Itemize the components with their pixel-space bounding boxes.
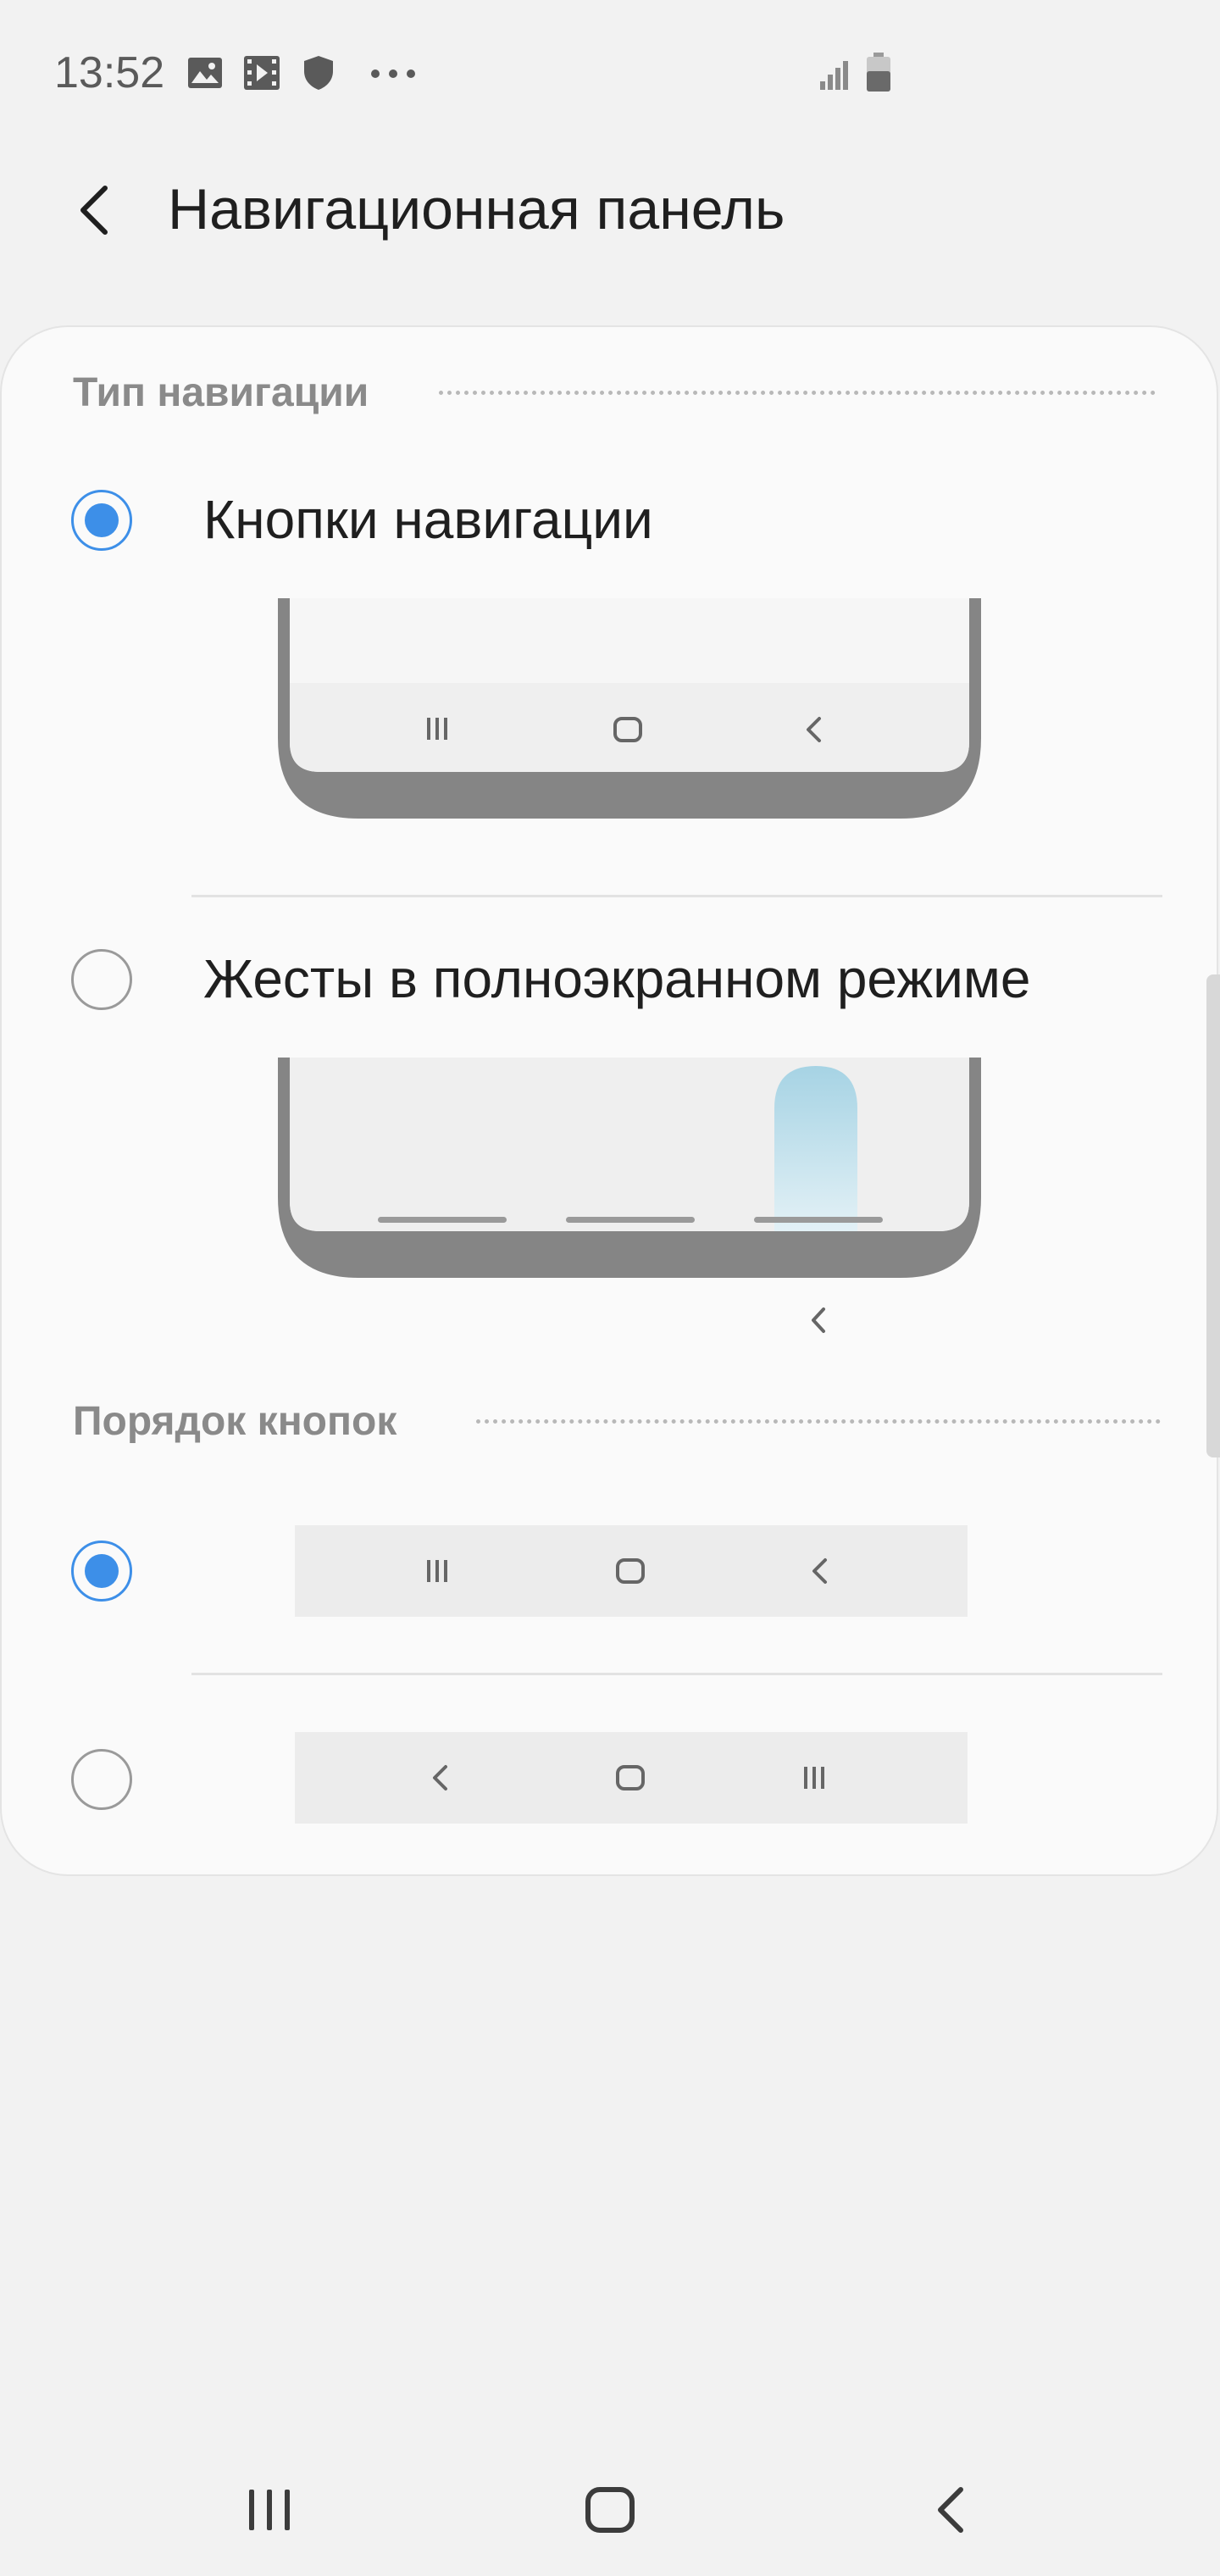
signal-icon (820, 61, 848, 90)
section-header-navigation-type: Тип навигации (73, 370, 369, 415)
status-bar: 13:52 (0, 0, 1220, 144)
gallery-icon (188, 58, 222, 88)
option-divider (191, 1673, 1162, 1675)
home-button[interactable] (580, 2484, 640, 2535)
radio-order-back-home-recents[interactable] (71, 1749, 132, 1810)
section-divider (476, 1419, 1161, 1424)
radio-order-recents-home-back[interactable] (71, 1541, 132, 1602)
page-title: Навигационная панель (168, 177, 785, 242)
back-button-system[interactable] (920, 2484, 981, 2535)
recents-icon (249, 2490, 290, 2530)
gesture-hint-bar (566, 1217, 695, 1223)
home-icon (616, 1765, 645, 1790)
home-icon (585, 2487, 635, 2533)
recents-icon (804, 1767, 824, 1789)
order-preview-icons (427, 1558, 827, 1584)
status-time: 13:52 (54, 48, 165, 97)
gesture-hint-bar (378, 1217, 507, 1223)
back-icon (812, 1307, 825, 1333)
radio-fullscreen-gestures[interactable] (71, 949, 132, 1010)
more-dots-icon (371, 69, 415, 78)
settings-card: Тип навигации Кнопки навигации Жесты в п… (0, 325, 1218, 1876)
battery-icon (867, 53, 890, 92)
fullscreen-gestures-preview[interactable] (278, 1058, 981, 1346)
back-icon (433, 1765, 447, 1790)
shield-icon (304, 56, 333, 90)
option-navigation-buttons[interactable]: Кнопки навигации (203, 488, 653, 551)
system-navigation-bar (0, 2440, 1220, 2576)
order-preview-recents-home-back[interactable] (295, 1525, 968, 1617)
option-fullscreen-gestures[interactable]: Жесты в полноэкранном режиме (203, 947, 1030, 1010)
section-header-button-order: Порядок кнопок (73, 1399, 397, 1444)
chevron-left-icon (80, 186, 108, 235)
back-icon (938, 2487, 963, 2533)
home-icon (616, 1558, 645, 1584)
navigation-buttons-preview[interactable] (278, 598, 981, 836)
gesture-hint-bar (754, 1217, 883, 1223)
video-icon (244, 56, 280, 90)
recents-button[interactable] (239, 2484, 300, 2535)
option-divider (191, 895, 1162, 897)
order-preview-icons (433, 1765, 824, 1790)
back-button[interactable] (68, 176, 122, 244)
scrollbar[interactable] (1206, 974, 1220, 1457)
swipe-indicator (774, 1066, 857, 1231)
back-icon (812, 1558, 827, 1584)
order-preview-back-home-recents[interactable] (295, 1732, 968, 1824)
recents-icon (427, 1560, 447, 1582)
radio-navigation-buttons[interactable] (71, 490, 132, 551)
recents-icon (427, 718, 447, 740)
section-divider (439, 391, 1156, 395)
